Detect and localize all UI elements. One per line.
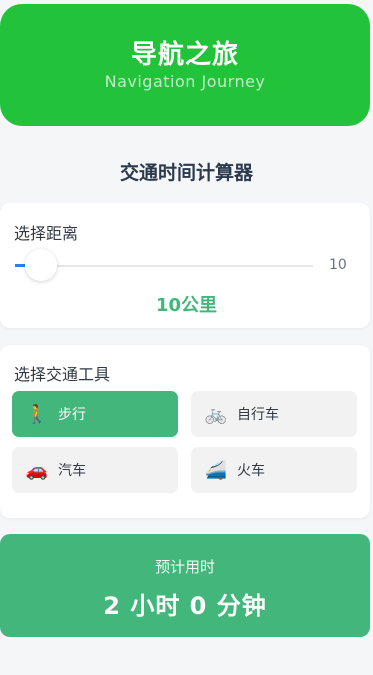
- mode-button-walk[interactable]: 🚶 步行: [12, 391, 178, 437]
- distance-display: 10公里: [155, 295, 218, 316]
- walking-person-icon: 🚶: [25, 403, 49, 425]
- car-icon: 🚗: [25, 459, 49, 481]
- distance-label: 选择距离: [14, 224, 79, 243]
- result-label: 预计用时: [154, 558, 215, 576]
- mode-label-car: 汽车: [58, 463, 86, 479]
- app-subtitle: Navigation Journey: [104, 72, 266, 91]
- mode-button-train[interactable]: 🚄 火车: [191, 447, 357, 493]
- result-value: 2 小时 0 分钟: [103, 592, 267, 620]
- app-title: 导航之旅: [130, 40, 239, 70]
- bicycle-icon: 🚲: [204, 403, 228, 425]
- mode-label-train: 火车: [237, 463, 265, 479]
- distance-slider-track[interactable]: [15, 265, 313, 267]
- mode-button-bicycle[interactable]: 🚲 自行车: [191, 391, 357, 437]
- train-icon: 🚄: [204, 459, 228, 481]
- calculator-title: 交通时间计算器: [119, 162, 253, 184]
- app-header: 导航之旅 Navigation Journey: [0, 4, 370, 126]
- result-panel: 预计用时 2 小时 0 分钟: [0, 534, 370, 637]
- mode-button-car[interactable]: 🚗 汽车: [12, 447, 178, 493]
- distance-slider-fill: [15, 264, 25, 267]
- transport-label: 选择交通工具: [14, 365, 111, 384]
- distance-slider-thumb[interactable]: [25, 249, 57, 281]
- mode-label-bicycle: 自行车: [237, 407, 279, 423]
- mode-label-walk: 步行: [58, 407, 86, 423]
- distance-slider-value: 10: [329, 257, 347, 273]
